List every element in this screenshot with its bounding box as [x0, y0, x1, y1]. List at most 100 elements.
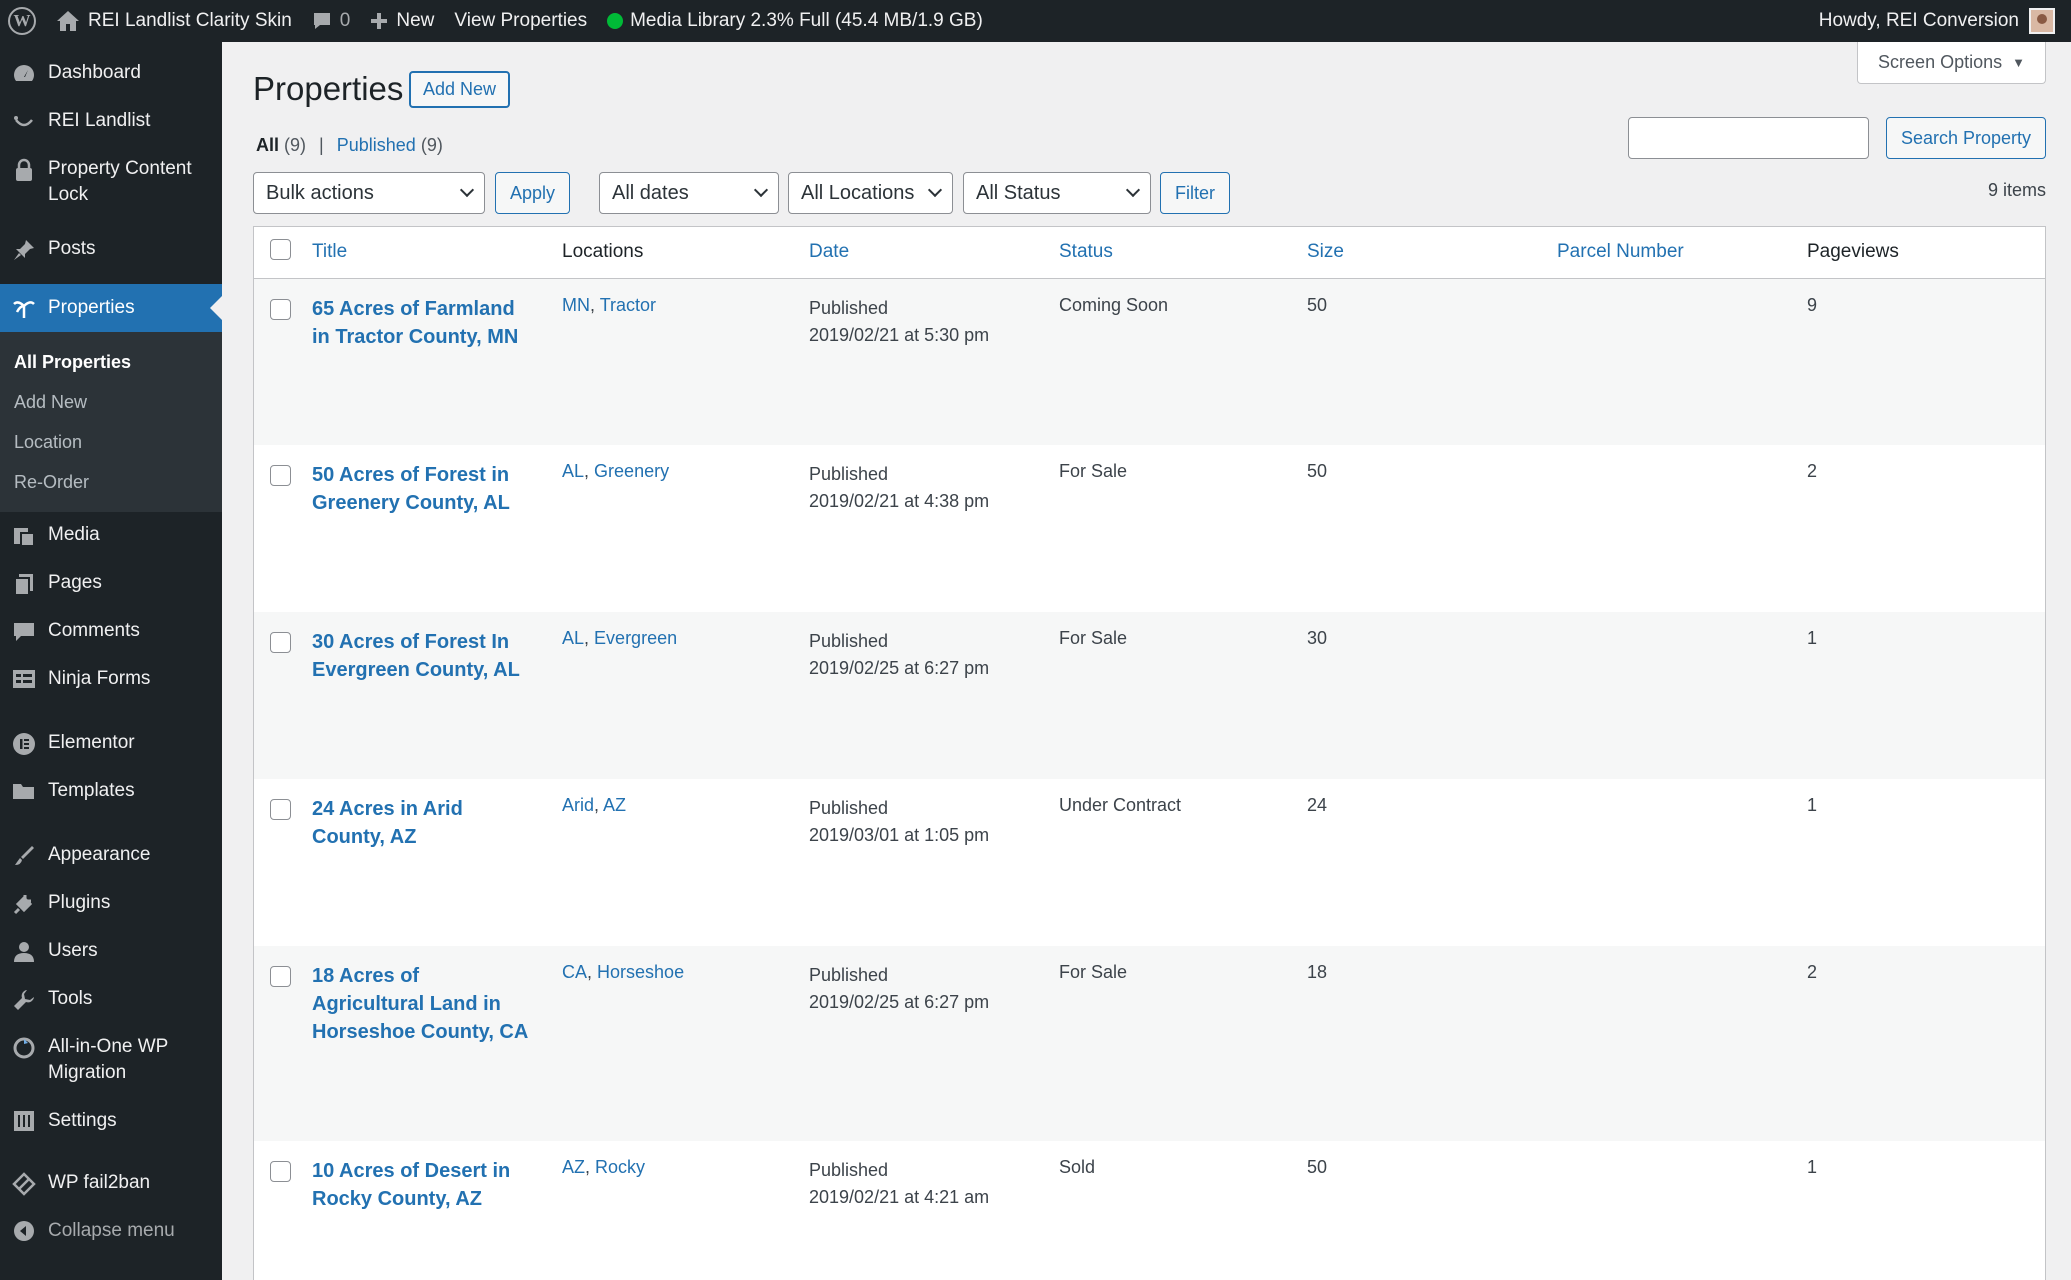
row-checkbox[interactable] — [270, 966, 291, 987]
apply-button[interactable]: Apply — [495, 172, 571, 214]
pin-icon — [0, 236, 48, 262]
row-checkbox[interactable] — [270, 632, 291, 653]
row-checkbox[interactable] — [270, 298, 291, 320]
column-status[interactable]: Status — [1059, 227, 1307, 279]
property-title-link[interactable]: 30 Acres of Forest In Evergreen County, … — [312, 628, 532, 684]
view-properties-link[interactable]: View Properties — [444, 0, 597, 42]
submenu-location[interactable]: Location — [0, 422, 222, 462]
menu-dashboard[interactable]: Dashboard — [0, 60, 222, 108]
menu-pages[interactable]: Pages — [0, 570, 222, 618]
menu-all-in-one-wp-migration[interactable]: All-in-One WP Migration — [0, 1034, 222, 1108]
location-link[interactable]: Evergreen — [594, 628, 677, 648]
submenu-re-order[interactable]: Re-Order — [0, 462, 222, 502]
chevron-down-icon — [753, 182, 769, 198]
location-link[interactable]: AZ — [603, 795, 626, 815]
menu-settings[interactable]: Settings — [0, 1108, 222, 1156]
parcel-cell — [1557, 278, 1807, 445]
menu-property-content-lock[interactable]: Property Content Lock — [0, 156, 222, 222]
page-title: Properties — [253, 70, 404, 107]
view-published-link[interactable]: Published — [337, 135, 416, 155]
row-checkbox-cell — [254, 278, 312, 445]
property-title-link[interactable]: 24 Acres in Arid County, AZ — [312, 795, 532, 851]
location-link[interactable]: CA — [562, 962, 587, 982]
locations-cell: AL, Greenery — [562, 461, 670, 481]
menu-templates[interactable]: Templates — [0, 778, 222, 826]
screen-options-button[interactable]: Screen Options ▼ — [1857, 42, 2046, 84]
comments-link[interactable]: 0 — [302, 0, 361, 42]
view-all-link[interactable]: All — [256, 135, 279, 155]
date-cell: Published 2019/02/21 at 5:30 pm — [809, 278, 1059, 445]
menu-rei-landlist[interactable]: REI Landlist — [0, 108, 222, 156]
main-content: Screen Options ▼ Properties Add New All … — [222, 42, 2071, 1280]
column-size[interactable]: Size — [1307, 227, 1557, 279]
property-title-link[interactable]: 65 Acres of Farmland in Tractor County, … — [312, 295, 532, 351]
dates-filter-select[interactable]: All dates — [599, 172, 779, 214]
locations-filter-select[interactable]: All Locations — [788, 172, 953, 214]
add-new-button[interactable]: Add New — [409, 71, 511, 108]
location-link[interactable]: Rocky — [595, 1157, 645, 1177]
location-link[interactable]: AL — [562, 461, 584, 481]
submenu-add-new[interactable]: Add New — [0, 382, 222, 422]
select-all-checkbox[interactable] — [270, 238, 291, 260]
shield-icon — [0, 1170, 48, 1196]
column-title[interactable]: Title — [312, 227, 562, 279]
plus-icon — [371, 13, 388, 29]
menu-elementor[interactable]: Elementor — [0, 730, 222, 778]
search-input[interactable] — [1628, 117, 1869, 159]
menu-wp-fail2ban[interactable]: WP fail2ban — [0, 1170, 222, 1218]
bulk-actions-select[interactable]: Bulk actions — [253, 172, 485, 214]
pageviews-cell: 2 — [1807, 461, 1818, 481]
menu-plugins[interactable]: Plugins — [0, 890, 222, 938]
menu-users[interactable]: Users — [0, 938, 222, 986]
table-row: 24 Acres in Arid County, AZ Arid, AZ Pub… — [254, 779, 2045, 946]
new-content-link[interactable]: New — [360, 0, 444, 42]
property-title-link[interactable]: 18 Acres of Agricultural Land in Horsesh… — [312, 962, 532, 1046]
date-value: 2019/03/01 at 1:05 pm — [809, 825, 990, 845]
wrench-icon — [0, 986, 48, 1012]
property-title-link[interactable]: 50 Acres of Forest in Greenery County, A… — [312, 461, 532, 517]
collapse-menu-button[interactable]: Collapse menu — [0, 1218, 222, 1266]
menu-label: Media — [48, 524, 100, 545]
wordpress-icon: W — [8, 7, 36, 35]
title-cell: 18 Acres of Agricultural Land in Horsesh… — [312, 946, 562, 1141]
date-cell: Published 2019/02/25 at 6:27 pm — [809, 612, 1059, 779]
menu-posts[interactable]: Posts — [0, 236, 222, 284]
location-link[interactable]: Tractor — [600, 295, 656, 315]
location-link[interactable]: AZ — [562, 1157, 585, 1177]
menu-label: Property Content Lock — [48, 158, 192, 205]
wordpress-logo[interactable]: W — [0, 0, 46, 42]
submenu-all-properties[interactable]: All Properties — [0, 342, 222, 382]
row-checkbox[interactable] — [270, 1161, 291, 1182]
title-cell: 50 Acres of Forest in Greenery County, A… — [312, 445, 562, 612]
media-library-status[interactable]: Media Library 2.3% Full (45.4 MB/1.9 GB) — [597, 0, 993, 42]
location-link[interactable]: Greenery — [594, 461, 669, 481]
menu-label: Posts — [48, 238, 96, 259]
search-property-button[interactable]: Search Property — [1885, 117, 2046, 159]
filter-button[interactable]: Filter — [1160, 172, 1230, 214]
dates-filter-value: All dates — [612, 181, 689, 204]
migration-icon — [0, 1034, 48, 1060]
column-date[interactable]: Date — [809, 227, 1059, 279]
size-cell: 50 — [1307, 278, 1557, 445]
location-link[interactable]: AL — [562, 628, 584, 648]
row-checkbox[interactable] — [270, 799, 291, 820]
my-account-link[interactable]: Howdy, REI Conversion — [1809, 0, 2065, 42]
menu-label: Ninja Forms — [48, 668, 151, 689]
menu-media[interactable]: Media — [0, 522, 222, 570]
date-value: 2019/02/21 at 4:38 pm — [809, 491, 990, 511]
menu-properties[interactable]: Properties — [0, 284, 222, 332]
row-checkbox[interactable] — [270, 465, 291, 486]
column-parcel-number[interactable]: Parcel Number — [1557, 227, 1807, 279]
view-all-count: (9) — [284, 135, 307, 155]
status-filter-select[interactable]: All Status — [963, 172, 1151, 214]
site-name-link[interactable]: REI Landlist Clarity Skin — [46, 0, 302, 42]
menu-appearance[interactable]: Appearance — [0, 842, 222, 890]
location-link[interactable]: Arid — [562, 795, 594, 815]
menu-comments[interactable]: Comments — [0, 618, 222, 666]
plugin-icon — [0, 890, 48, 916]
property-title-link[interactable]: 10 Acres of Desert in Rocky County, AZ — [312, 1157, 532, 1213]
menu-ninja-forms[interactable]: Ninja Forms — [0, 666, 222, 714]
location-link[interactable]: MN — [562, 295, 590, 315]
location-link[interactable]: Horseshoe — [597, 962, 684, 982]
menu-tools[interactable]: Tools — [0, 986, 222, 1034]
